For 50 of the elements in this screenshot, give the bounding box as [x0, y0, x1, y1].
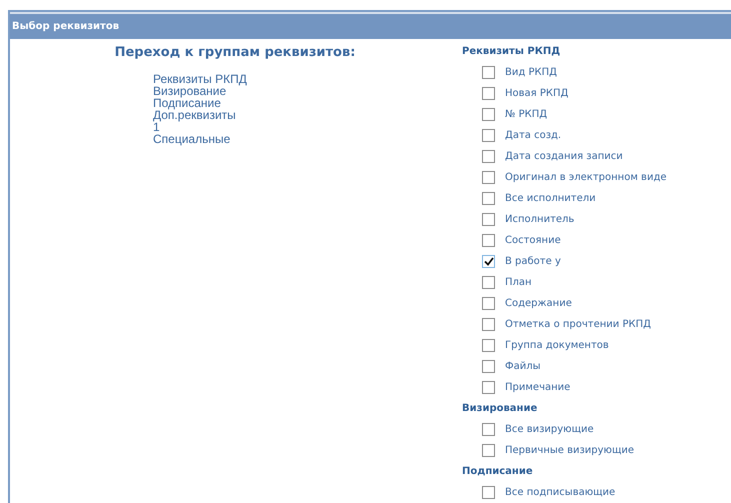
checkbox[interactable]: [482, 171, 495, 184]
checkbox[interactable]: [482, 255, 495, 268]
field-label: Файлы: [505, 360, 541, 374]
group-link[interactable]: Доп.реквизиты: [153, 108, 236, 120]
field-label: Отметка о прочтении РКПД: [505, 318, 651, 332]
checkbox[interactable]: [482, 66, 495, 79]
checkbox[interactable]: [482, 486, 495, 499]
field-label: Все визирующие: [505, 423, 594, 437]
navigation-title: Переход к группам реквизитов:: [114, 44, 356, 62]
checkbox[interactable]: [482, 318, 495, 331]
group-link[interactable]: 1: [153, 120, 160, 132]
field-label: Дата создания записи: [505, 150, 623, 164]
group-heading: Реквизиты РКПД: [462, 45, 560, 59]
field-label: № РКПД: [505, 108, 548, 122]
field-label: План: [505, 276, 532, 290]
field-label: Исполнитель: [505, 213, 574, 227]
field-label: Состояние: [505, 234, 561, 248]
checkbox[interactable]: [482, 381, 495, 394]
field-label: Новая РКПД: [505, 87, 568, 101]
group-link[interactable]: Визирование: [153, 84, 226, 96]
field-label: Все подписывающие: [505, 486, 616, 500]
field-label: В работе у: [505, 255, 561, 269]
field-label: Все исполнители: [505, 192, 596, 206]
checkbox[interactable]: [482, 150, 495, 163]
checkbox[interactable]: [482, 129, 495, 142]
checkbox[interactable]: [482, 339, 495, 352]
checkbox[interactable]: [482, 213, 495, 226]
checkmark-icon: [484, 257, 494, 266]
checkbox[interactable]: [482, 297, 495, 310]
field-label: Группа документов: [505, 339, 609, 353]
window-title: Выбор реквизитов: [10, 12, 731, 39]
group-heading: Подписание: [462, 465, 533, 479]
field-label: Дата созд.: [505, 129, 562, 143]
checkbox[interactable]: [482, 234, 495, 247]
group-link[interactable]: Реквизиты РКПД: [153, 72, 247, 84]
field-label: Вид РКПД: [505, 66, 557, 80]
field-label: Оригинал в электронном виде: [505, 171, 667, 185]
checkbox[interactable]: [482, 192, 495, 205]
checkbox[interactable]: [482, 87, 495, 100]
field-label: Первичные визирующие: [505, 444, 634, 458]
field-label: Примечание: [505, 381, 570, 395]
checkbox[interactable]: [482, 360, 495, 373]
checkbox[interactable]: [482, 108, 495, 121]
group-link[interactable]: Подписание: [153, 96, 221, 108]
group-heading: Визирование: [462, 402, 538, 416]
checkbox[interactable]: [482, 276, 495, 289]
checkbox[interactable]: [482, 444, 495, 457]
group-link[interactable]: Специальные: [153, 132, 230, 144]
checkbox[interactable]: [482, 423, 495, 436]
field-label: Содержание: [505, 297, 572, 311]
